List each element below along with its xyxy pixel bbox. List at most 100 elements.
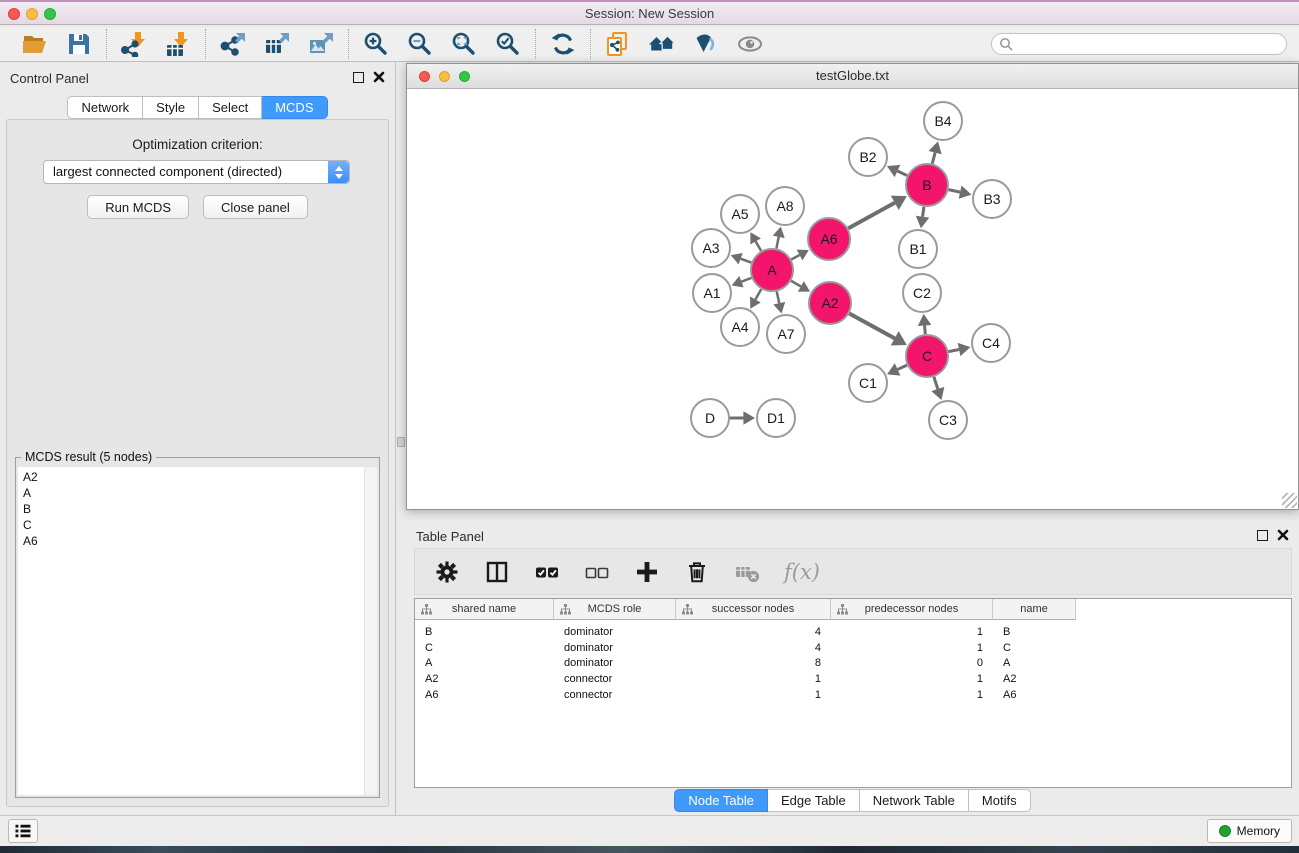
split-divider-grip[interactable] [397, 437, 405, 447]
table-row[interactable]: A6connector11A6 [415, 687, 1291, 703]
graph-edge-B-B2[interactable] [897, 171, 907, 176]
mcds-result-item[interactable]: A2 [23, 469, 377, 485]
graph-edge-A-A6[interactable] [791, 255, 799, 259]
graph-edge-arrowhead [916, 216, 929, 228]
table-cell: A [415, 657, 554, 669]
refresh-layout-button[interactable] [549, 30, 577, 58]
search-box[interactable] [991, 33, 1287, 55]
graph-edge-A2-C[interactable] [849, 314, 894, 339]
graphics-details-button[interactable] [692, 30, 720, 58]
table-cell: C [993, 642, 1076, 654]
search-icon [999, 37, 1013, 51]
table-close-panel-icon[interactable] [1277, 529, 1289, 541]
zoom-fit-button[interactable] [450, 30, 478, 58]
graph-edge-A-A1[interactable] [741, 278, 751, 282]
tab-motifs[interactable]: Motifs [969, 789, 1031, 812]
search-input[interactable] [1017, 37, 1279, 51]
export-network-icon [220, 31, 246, 57]
column-view-button[interactable] [484, 558, 510, 586]
graph-edge-C-C3[interactable] [934, 377, 938, 389]
zoom-selected-icon [495, 31, 521, 57]
unselect-all-columns-button[interactable] [584, 558, 610, 586]
tab-mcds[interactable]: MCDS [262, 96, 327, 119]
table-cell: 8 [676, 657, 831, 669]
float-panel-icon[interactable] [353, 72, 364, 83]
import-table-button[interactable] [164, 30, 192, 58]
column-header-successor-nodes[interactable]: successor nodes [676, 599, 831, 620]
graph-edge-C-C2[interactable] [925, 325, 926, 334]
column-header-shared-name[interactable]: shared name [415, 599, 554, 620]
toolbar-group [591, 30, 777, 58]
tab-network[interactable]: Network [67, 96, 143, 119]
column-header-predecessor-nodes[interactable]: predecessor nodes [831, 599, 993, 620]
table-row[interactable]: Cdominator41C [415, 640, 1291, 656]
graph-edge-A6-B[interactable] [848, 203, 895, 229]
graph-edge-A-A8[interactable] [776, 237, 778, 249]
result-scrollbar[interactable] [364, 467, 377, 795]
criterion-dropdown[interactable]: largest connected component (directed) [43, 160, 350, 184]
network-window-title: testGlobe.txt [407, 68, 1298, 83]
destroy-table-icon [734, 559, 760, 585]
toolbar-group [206, 30, 348, 58]
column-type-icon [560, 604, 571, 615]
tab-edge-table[interactable]: Edge Table [768, 789, 860, 812]
graph-edge-A-A2[interactable] [791, 281, 801, 287]
zoom-selected-button[interactable] [494, 30, 522, 58]
graph-edge-C-C4[interactable] [949, 349, 959, 351]
table-row[interactable]: A2connector11A2 [415, 671, 1291, 687]
graph-edge-C-C1[interactable] [898, 365, 907, 369]
delete-columns-button[interactable] [684, 558, 710, 586]
table-row[interactable]: Adominator80A [415, 656, 1291, 672]
add-column-button[interactable] [634, 558, 660, 586]
run-mcds-button[interactable]: Run MCDS [87, 195, 189, 219]
home-button[interactable] [648, 30, 676, 58]
save-session-button[interactable] [65, 30, 93, 58]
graph-edge-A-A7[interactable] [777, 291, 780, 303]
clone-network-button[interactable] [604, 30, 632, 58]
export-network-button[interactable] [219, 30, 247, 58]
export-table-button[interactable] [263, 30, 291, 58]
mcds-result-title: MCDS result (5 nodes) [21, 450, 156, 464]
mcds-result-item[interactable]: A [23, 485, 377, 501]
network-canvas[interactable]: AA1A2A3A4A5A6A7A8BB1B2B3B4CC1C2C3C4DD1 [407, 90, 1298, 509]
table-cell: 1 [676, 673, 831, 685]
tab-network-table[interactable]: Network Table [860, 789, 969, 812]
graph-edge-A-A5[interactable] [756, 241, 761, 251]
window-resize-grip[interactable] [1282, 493, 1297, 508]
table-float-panel-icon[interactable] [1257, 530, 1268, 541]
close-panel-button[interactable]: Close panel [203, 195, 308, 219]
memory-button[interactable]: Memory [1207, 819, 1292, 843]
settings-button[interactable] [434, 558, 460, 586]
import-network-button[interactable] [120, 30, 148, 58]
mcds-result-item[interactable]: C [23, 517, 377, 533]
table-cell: A2 [993, 673, 1076, 685]
graph-edge-B-B4[interactable] [932, 153, 935, 164]
tab-node-table[interactable]: Node Table [674, 789, 768, 812]
export-image-button[interactable] [307, 30, 335, 58]
mcds-result-item[interactable]: A6 [23, 533, 377, 549]
graph-node-label-C2: C2 [913, 285, 931, 301]
table-row[interactable]: Bdominator41B [415, 624, 1291, 640]
graph-edge-B-B3[interactable] [949, 190, 961, 193]
mcds-result-item[interactable]: B [23, 501, 377, 517]
close-panel-icon[interactable] [373, 71, 385, 83]
task-history-button[interactable] [8, 819, 38, 843]
graph-edge-A-A4[interactable] [755, 289, 761, 299]
column-header-mcds-role[interactable]: MCDS role [554, 599, 676, 620]
list-icon [13, 821, 33, 841]
graph-edge-B-B1[interactable] [923, 207, 924, 217]
open-file-button[interactable] [21, 30, 49, 58]
network-graph[interactable]: AA1A2A3A4A5A6A7A8BB1B2B3B4CC1C2C3C4DD1 [407, 90, 1298, 510]
tab-style[interactable]: Style [143, 96, 199, 119]
mcds-result-list: A2ABCA6 [18, 467, 377, 549]
zoom-in-button[interactable] [362, 30, 390, 58]
table-cell: connector [554, 673, 676, 685]
tab-select[interactable]: Select [199, 96, 262, 119]
network-window-titlebar[interactable]: testGlobe.txt [407, 64, 1298, 89]
zoom-out-button[interactable] [406, 30, 434, 58]
graph-edge-A-A3[interactable] [741, 259, 752, 263]
show-eye-button[interactable] [736, 30, 764, 58]
column-header-name[interactable]: name [993, 599, 1076, 620]
criterion-dropdown-value: largest connected component (directed) [44, 161, 328, 183]
select-all-columns-button[interactable] [534, 558, 560, 586]
